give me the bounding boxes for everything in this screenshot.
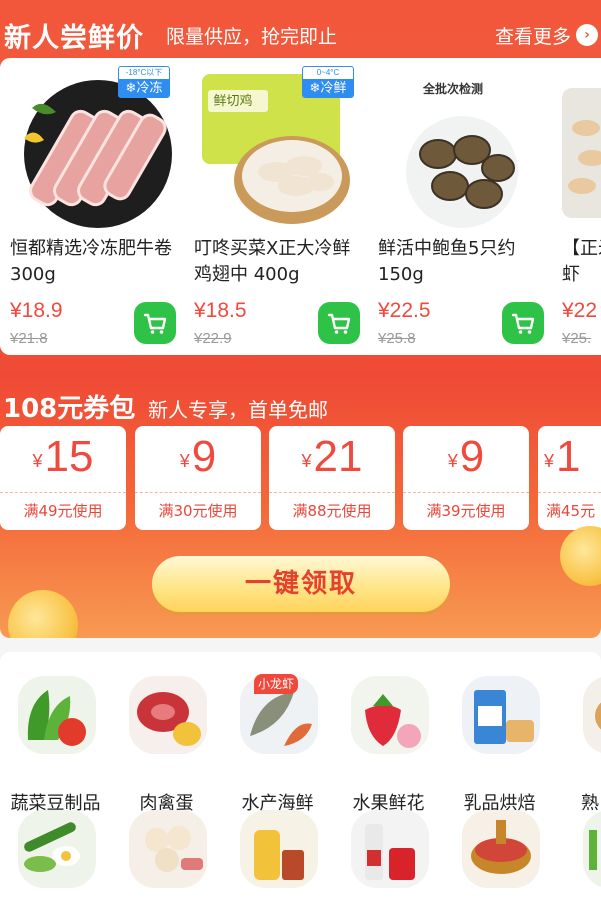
add-to-cart-button[interactable] <box>134 302 176 344</box>
product-name: 【正米虾 <box>562 238 601 285</box>
coupon-rule: 满45元 <box>546 502 596 520</box>
chevron-right-icon[interactable]: › <box>576 24 598 46</box>
coupon-amount: ¥21 <box>269 432 395 482</box>
category-icon <box>583 810 601 888</box>
frozen-tag-temp: -18°C以下 <box>125 68 163 77</box>
add-to-cart-button[interactable] <box>318 302 360 344</box>
product-original-price: ¥21.8 <box>10 330 48 347</box>
frozen-tag: -18°C以下 ❄冷冻 <box>118 66 170 98</box>
chilled-tag-temp: 0~4°C <box>316 68 340 77</box>
product-carousel[interactable]: -18°C以下 ❄冷冻 恒都精选冷冻肥牛卷 300g ¥18.9 ¥21.8 鲜… <box>0 58 601 355</box>
coupon-rule: 满88元使用 <box>292 502 372 520</box>
coupon-value: 21 <box>313 432 363 481</box>
meat-icon <box>129 676 207 754</box>
product-original-price: ¥25. <box>562 330 592 347</box>
coupon-card[interactable]: ¥9 满30元使用 <box>135 426 261 530</box>
coupon-rule: 满39元使用 <box>426 502 506 520</box>
cooked-food-icon <box>583 676 601 754</box>
coin-decoration <box>560 526 601 586</box>
currency-symbol: ¥ <box>447 451 458 471</box>
shopping-cart-icon <box>511 313 535 334</box>
cucumber-egg-icon <box>18 810 96 888</box>
product-price: ¥22 <box>562 299 598 322</box>
product-name: 鲜活中鲍鱼5只约150g <box>378 238 516 285</box>
product-name: 恒都精选冷冻肥牛卷 300g <box>10 238 172 285</box>
product-card[interactable]: 鲜切鸡 0~4°C ❄冷鲜 叮咚买菜X正大冷鲜鸡翅中 400g ¥18.5 ¥2… <box>184 58 368 355</box>
coin-decoration <box>8 590 78 638</box>
package-label: 鲜切鸡 <box>213 94 253 109</box>
add-to-cart-button[interactable] <box>502 302 544 344</box>
new-user-subtitle: 限量供应，抢完即止 <box>166 26 338 48</box>
frozen-tag-label: ❄冷冻 <box>119 79 169 97</box>
claim-all-button[interactable]: 一键领取 <box>152 556 450 612</box>
coupon-rule: 满49元使用 <box>23 502 103 520</box>
hotpot-icon <box>462 810 540 888</box>
shopping-cart-icon <box>143 313 167 334</box>
product-price: ¥22.5 <box>378 299 431 322</box>
shopping-cart-icon <box>327 313 351 334</box>
chilled-tag: 0~4°C ❄冷鲜 <box>302 66 354 98</box>
coupon-amount: ¥9 <box>403 432 529 482</box>
currency-symbol: ¥ <box>179 451 190 471</box>
shrimp-image <box>562 88 601 218</box>
currency-symbol: ¥ <box>32 451 43 471</box>
coupon-pack-section: 108元券包 新人专享，首单免邮 ¥15 满49元使用 ¥9 满30元使用 ¥2… <box>0 376 601 638</box>
product-price: ¥18.5 <box>194 299 247 322</box>
milk-icon <box>462 676 540 754</box>
coupon-value: 9 <box>459 432 485 481</box>
coupon-value: 1 <box>556 432 581 481</box>
coupon-pack-title: 108元券包 <box>3 394 136 424</box>
dumpling-icon <box>129 810 207 888</box>
cooking-oil-icon <box>240 810 318 888</box>
product-card[interactable]: -18°C以下 ❄冷冻 恒都精选冷冻肥牛卷 300g ¥18.9 ¥21.8 <box>0 58 184 355</box>
package-label: 全批次检测 <box>422 82 483 96</box>
new-user-title: 新人尝鲜价 <box>4 23 144 54</box>
coupon-value: 9 <box>191 432 217 481</box>
chilled-tag-label: ❄冷鲜 <box>303 79 353 97</box>
product-price: ¥18.9 <box>10 299 63 322</box>
strawberry-icon <box>351 676 429 754</box>
vegetable-icon <box>18 676 96 754</box>
coupon-pack-subtitle: 新人专享，首单免邮 <box>148 398 328 422</box>
coupon-amount: ¥1 <box>544 432 601 482</box>
currency-symbol: ¥ <box>301 451 312 471</box>
coupon-amount: ¥9 <box>135 432 261 482</box>
product-card[interactable]: 全批次检测 鲜活中鲍鱼5只约150g ¥22.5 ¥25.8 <box>368 58 552 355</box>
coupon-rule: 满30元使用 <box>158 502 238 520</box>
coupon-amount: ¥15 <box>0 432 126 482</box>
product-original-price: ¥22.9 <box>194 330 232 347</box>
coupon-card[interactable]: ¥1 满45元 <box>538 426 601 530</box>
category-badge: 小龙虾 <box>254 674 299 694</box>
new-user-section: 新人尝鲜价 限量供应，抢完即止 查看更多 › -18°C以下 ❄冷冻 恒都精选冷… <box>0 0 601 380</box>
page: 新人尝鲜价 限量供应，抢完即止 查看更多 › -18°C以下 ❄冷冻 恒都精选冷… <box>0 0 601 898</box>
coupon-card[interactable]: ¥9 满39元使用 <box>403 426 529 530</box>
product-card[interactable]: 【正米虾 ¥22 ¥25. <box>552 58 601 355</box>
currency-symbol: ¥ <box>544 451 555 471</box>
new-user-header: 新人尝鲜价 限量供应，抢完即止 查看更多 › <box>0 12 601 56</box>
coupon-card[interactable]: ¥15 满49元使用 <box>0 426 126 530</box>
category-grid: 蔬菜豆制品 肉禽蛋 小龙虾 水产海鲜 水果鲜花 乳品烘焙 熟 <box>0 652 601 898</box>
beverage-icon <box>351 810 429 888</box>
coupon-card[interactable]: ¥21 满88元使用 <box>269 426 395 530</box>
coupon-value: 15 <box>44 432 94 481</box>
product-original-price: ¥25.8 <box>378 330 416 347</box>
product-name: 叮咚买菜X正大冷鲜鸡翅中 400g <box>194 238 351 285</box>
view-more-link[interactable]: 查看更多 <box>495 22 571 49</box>
